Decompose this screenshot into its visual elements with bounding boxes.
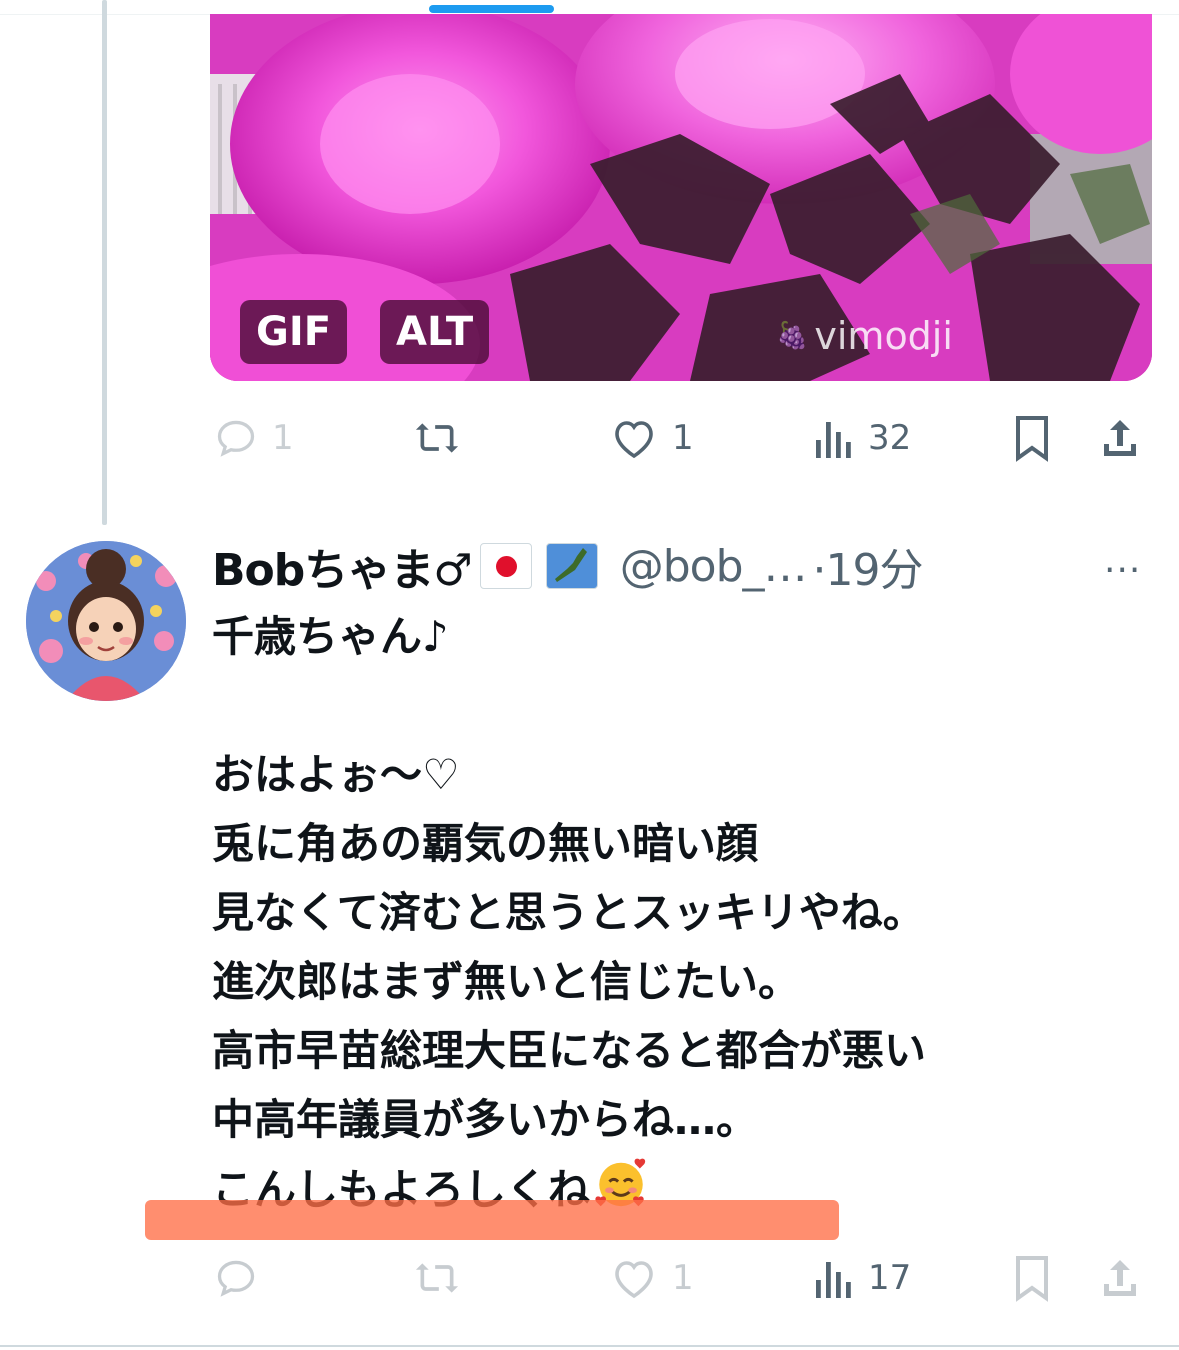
bookmark-button[interactable] [1012,1248,1052,1308]
retweet-button[interactable] [410,1248,464,1308]
reply-button[interactable]: 1 [214,408,294,468]
more-options-icon[interactable]: ··· [1104,550,1141,591]
thread-connector-line [102,0,107,525]
japan-map-icon [545,543,598,589]
tweet-line: 千歳ちゃん♪ [212,612,449,661]
views-count: 17 [868,1258,912,1298]
tweet-actions: 1 1 32 [210,408,1150,468]
share-icon [1104,1260,1136,1296]
views-button[interactable]: 17 [814,1248,911,1308]
gif-badge: GIF [240,300,348,364]
heart-icon [615,1261,653,1299]
tweet-line [212,671,1132,740]
retweet-button[interactable] [410,408,464,468]
watermark: 🍇 vimodji [776,314,953,358]
like-button[interactable]: 1 [610,408,694,468]
japan-map-shape [554,548,587,582]
share-button[interactable] [1098,1248,1142,1308]
like-count: 1 [672,418,694,458]
share-button[interactable] [1098,408,1142,468]
bookmark-icon [1016,416,1048,462]
retweet-icon [415,1263,459,1293]
retweet-icon [415,423,459,453]
tweet-header: Bobちゃま♂ @bob_… ·19分 [212,534,924,598]
share-icon [1104,420,1136,456]
tweet-line: 進次郎はまず無いと信じたい。 [212,957,801,1006]
tweet-actions: 1 17 [210,1248,1150,1308]
grape-icon: 🍇 [776,321,809,351]
watermark-text: vimodji [814,314,953,358]
tweet-line: 見なくて済むと思うとスッキリやね。 [212,888,925,937]
reply-button[interactable] [214,1248,272,1308]
avatar[interactable] [26,541,186,701]
reply-icon [217,420,255,457]
japan-flag-icon [479,543,532,589]
highlight-marker [145,1200,839,1240]
gif-media[interactable]: GIF ALT 🍇 vimodji [210,14,1152,381]
reply-icon [217,1260,255,1297]
tweet-line: 高市早苗総理大臣になると都合が悪い [212,1026,927,1075]
divider [0,1345,1179,1347]
analytics-icon [816,1262,851,1298]
roses-gif-image [210,14,1152,381]
reply-count: 1 [272,418,294,458]
analytics-icon [816,422,851,458]
tweet-line: 兎に角あの覇気の無い暗い顔 [212,819,759,868]
tweet-text: 千歳ちゃん♪ おはよぉ〜♡ 兎に角あの覇気の無い暗い顔 見なくて済むと思うとスッ… [212,602,1132,1223]
author-name[interactable]: Bobちゃま♂ [212,534,473,598]
avatar-image [26,541,186,701]
views-count: 32 [868,418,912,458]
heart-icon [615,421,653,459]
tweet-line: 中高年議員が多いからね…。 [212,1095,759,1144]
tweet-time[interactable]: ·19分 [813,534,924,598]
tweet-line: おはよぉ〜♡ [212,750,460,799]
bookmark-icon [1016,1256,1048,1302]
like-count: 1 [672,1258,694,1298]
author-handle[interactable]: @bob_… [620,541,808,592]
views-button[interactable]: 32 [814,408,911,468]
scroll-indicator [429,5,554,13]
alt-text-button[interactable]: ALT [380,300,490,364]
bookmark-button[interactable] [1012,408,1052,468]
like-button[interactable]: 1 [610,1248,694,1308]
